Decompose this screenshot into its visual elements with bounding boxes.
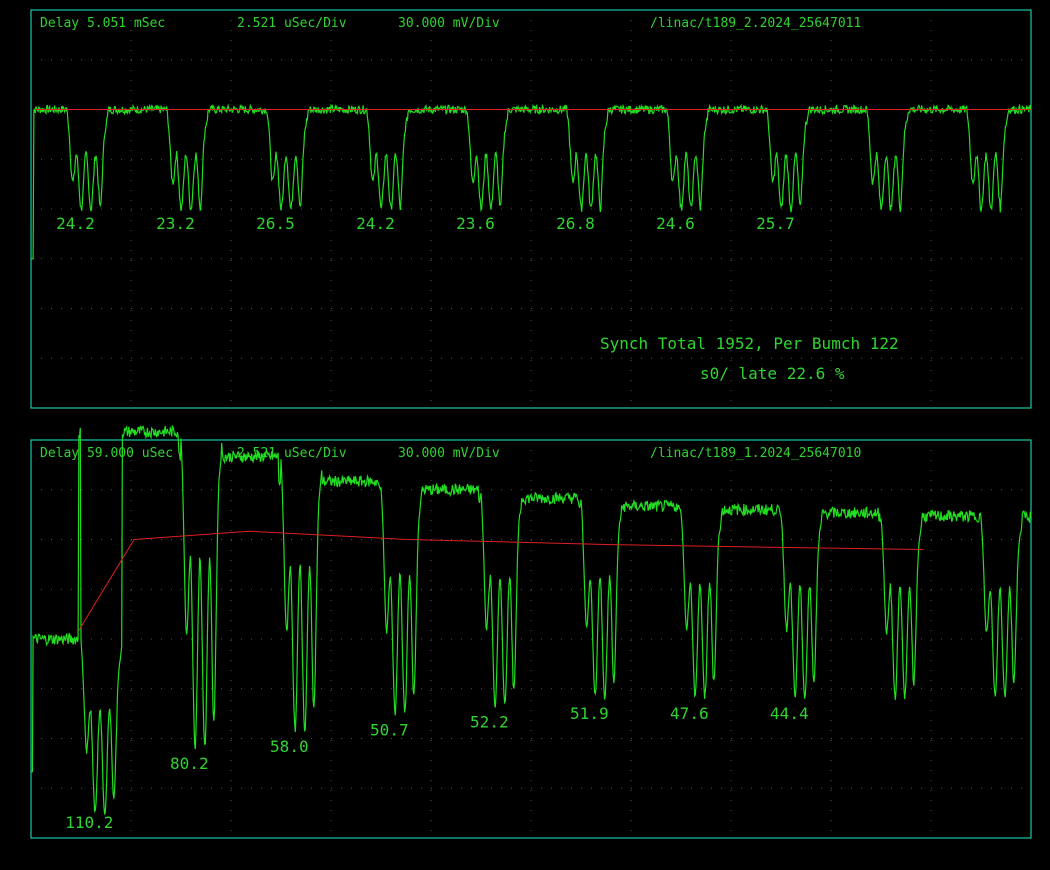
bunch-label: 47.6 xyxy=(670,704,709,723)
header-delay: Delay 59.000 uSec xyxy=(40,446,173,461)
bunch-label: 24.2 xyxy=(356,214,395,233)
bunch-label: 50.7 xyxy=(370,721,409,740)
oscilloscope-display: Delay 5.051 mSec 2.521 uSec/Div 30.000 mV/… xyxy=(0,0,1050,870)
header-timebase: 2.521 uSec/Div xyxy=(237,16,347,31)
header-delay: Delay 5.051 mSec xyxy=(40,16,165,31)
bunch-label: 25.7 xyxy=(756,214,795,233)
bunch-label: 23.6 xyxy=(456,214,495,233)
bunch-label: 24.6 xyxy=(656,214,695,233)
header-volts-per-div: 30.000 mV/Div xyxy=(398,16,500,31)
bunch-label: 23.2 xyxy=(156,214,195,233)
bunch-label: 44.4 xyxy=(770,704,809,723)
scope-panel-2: Delay 59.000 uSec 2.521 uSec/Div 30.000 mV… xyxy=(30,424,1032,839)
synch-total-annotation: Synch Total 1952, Per Bumch 122 xyxy=(600,334,899,353)
late-percent-annotation: s0/ late 22.6 % xyxy=(700,364,845,383)
header-file-path: /linac/t189_1.2024_25647010 xyxy=(650,446,861,461)
header-volts-per-div: 30.000 mV/Div xyxy=(398,446,500,461)
bunch-label: 26.5 xyxy=(256,214,295,233)
bunch-label: 110.2 xyxy=(65,813,113,832)
bunch-label: 24.2 xyxy=(56,214,95,233)
bunch-label: 26.8 xyxy=(556,214,595,233)
header-file-path: /linac/t189_2.2024_25647011 xyxy=(650,16,861,31)
bunch-label: 51.9 xyxy=(570,704,609,723)
envelope-line xyxy=(78,530,924,631)
bunch-label: 80.2 xyxy=(170,754,209,773)
oscilloscope-svg: Delay 5.051 mSec 2.521 uSec/Div 30.000 mV/… xyxy=(30,9,1032,839)
bunch-label: 58.0 xyxy=(270,737,309,756)
bunch-label: 52.2 xyxy=(470,712,509,731)
grid xyxy=(31,440,1031,838)
waveform-trace xyxy=(31,103,1032,260)
scope-panel-1: Delay 5.051 mSec 2.521 uSec/Div 30.000 mV/… xyxy=(30,9,1032,409)
